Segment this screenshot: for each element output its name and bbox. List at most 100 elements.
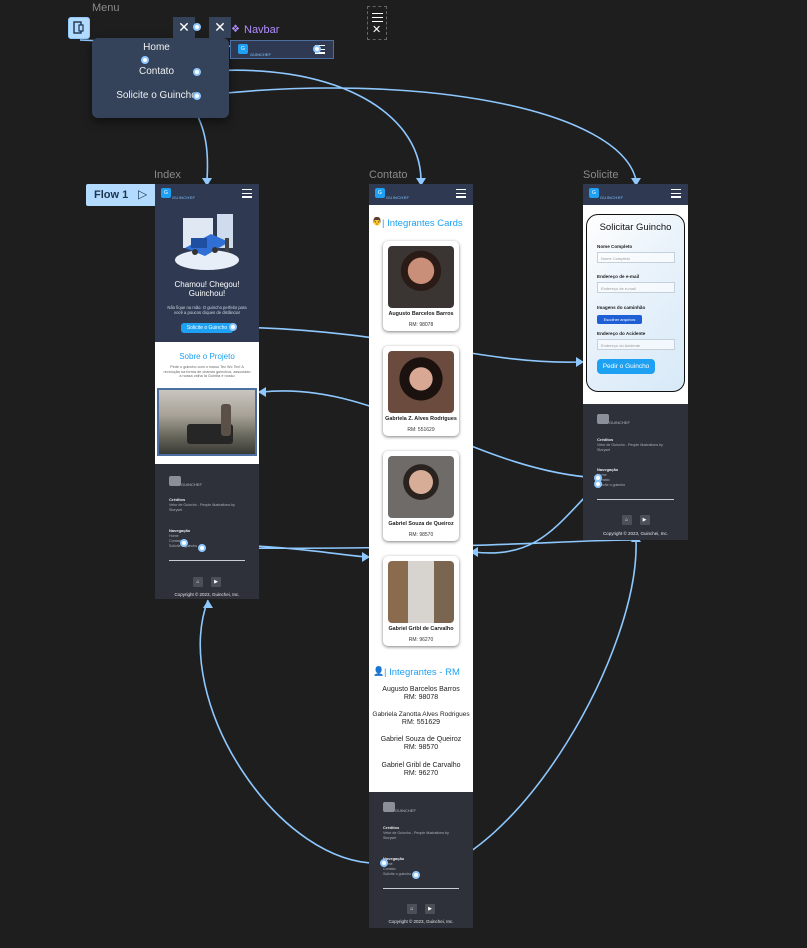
logo-icon: G xyxy=(589,188,599,198)
frame-label-navbar: Navbar xyxy=(244,24,280,36)
play-icon: ▷ xyxy=(138,187,148,201)
play-icon[interactable]: ▶ xyxy=(425,904,435,914)
credits-text: Vetor de Guincho - People illustrations … xyxy=(169,503,235,512)
connector-handle[interactable] xyxy=(193,68,201,76)
full-name-input[interactable]: Nome Completo xyxy=(597,252,675,263)
hero-text: Não fique na mão. O guincho perfeito par… xyxy=(167,305,247,315)
navbar: G GUINCHEF xyxy=(369,184,473,205)
request-form: Solicitar Guincho Nome Completo Nome Com… xyxy=(586,214,685,392)
member-photo xyxy=(388,246,454,308)
footer-logo-icon xyxy=(169,476,181,486)
footer-divider xyxy=(383,888,459,889)
frame-label-solicite: Solicite xyxy=(583,169,619,181)
navbar-logo-text: GUINCHEF xyxy=(172,195,196,200)
member-name: Gabriel Gribl de Carvalho xyxy=(388,626,454,632)
address-input[interactable]: Endereço do Acidente xyxy=(597,339,675,350)
footer-nav-contato[interactable]: Contato xyxy=(383,867,396,872)
menu-item-contato[interactable]: Contato xyxy=(84,66,229,77)
menu-item-home[interactable]: Home xyxy=(84,42,229,53)
footer-logo-icon xyxy=(383,802,395,812)
member-card: Gabriel Gribl de Carvalho RM: 96270 xyxy=(383,556,459,646)
navbar-logo-text: GUINCHEF xyxy=(600,195,624,200)
connector-handle[interactable] xyxy=(141,56,149,64)
connector-handle[interactable] xyxy=(313,45,321,53)
frame-label-index: Index xyxy=(154,169,181,181)
copyright: Copyright © 2023, Guinchei, Inc. xyxy=(174,592,240,597)
member-name: Gabriela Z. Alves Rodrigues xyxy=(385,416,457,422)
email-input[interactable]: Endereço de e-mail xyxy=(597,282,675,293)
connector-handle[interactable] xyxy=(412,871,420,879)
submit-button[interactable]: Pedir o Guincho xyxy=(597,359,655,374)
logo-icon: G xyxy=(238,44,248,54)
navbar: G GUINCHEF xyxy=(583,184,688,205)
connector-handle[interactable] xyxy=(229,323,237,331)
contato-frame: G GUINCHEF 👨 | Integrantes Cards Augusto… xyxy=(369,184,473,928)
footer-nav-home[interactable]: Home xyxy=(169,534,179,539)
play-icon[interactable]: ▶ xyxy=(211,577,221,587)
flow-label: Flow 1 xyxy=(94,189,129,201)
choose-files-button[interactable]: Escolher arquivos xyxy=(597,315,642,324)
member-rm: RM: 98078 xyxy=(408,322,434,328)
device-icon[interactable] xyxy=(68,17,90,39)
connector-handle[interactable] xyxy=(198,544,206,552)
form-title: Solicitar Guincho xyxy=(599,222,672,233)
github-icon[interactable]: ⌂ xyxy=(621,515,632,525)
email-label: Endereço de e-mail xyxy=(597,274,640,279)
footer-divider xyxy=(597,499,674,500)
frame-label-menu: Menu xyxy=(92,2,120,14)
menu-item-solicite[interactable]: Solicite o Guincho xyxy=(84,90,229,101)
copyright: Copyright © 2023, Guinchei, Inc. xyxy=(388,919,454,924)
rm-list-number: RM: 96270 xyxy=(403,770,439,777)
connector-handle[interactable] xyxy=(594,480,602,488)
hamburger-icon[interactable] xyxy=(671,189,681,198)
flow-start-badge[interactable]: Flow 1 ▷ xyxy=(86,184,156,206)
logo-icon: G xyxy=(375,188,385,198)
credits-title: Créditos xyxy=(597,437,614,442)
full-name-label: Nome Completo xyxy=(597,244,633,249)
member-name: Augusto Barcelos Barros xyxy=(388,311,454,317)
nav-title: Navegação xyxy=(169,528,191,533)
member-card: Gabriel Souza de Queiroz RM: 98570 xyxy=(383,451,459,541)
footer-divider xyxy=(169,560,245,561)
credits-text: Vetor de Guincho - People illustrations … xyxy=(597,443,663,452)
footer-nav-solicite[interactable]: Solicite o guincho xyxy=(383,872,411,877)
address-label: Endereço do Acidente xyxy=(597,331,646,336)
hamburger-icon[interactable] xyxy=(456,189,466,198)
footer-logo-text: GUINCHEF xyxy=(395,808,416,813)
member-rm: RM: 98570 xyxy=(408,532,434,538)
github-icon[interactable]: ⌂ xyxy=(407,904,417,914)
about-title: Sobre o Projeto xyxy=(179,352,235,361)
connector-handle[interactable] xyxy=(380,859,388,867)
member-photo xyxy=(388,561,454,623)
connector-handle[interactable] xyxy=(180,539,188,547)
footer-logo-text: GUINCHEF xyxy=(181,482,202,487)
tow-truck-illustration xyxy=(175,214,239,270)
hamburger-icon xyxy=(372,13,383,22)
nav-title: Navegação xyxy=(597,467,619,472)
close-button[interactable]: ✕ xyxy=(173,17,195,38)
footer-logo-text: GUINCHEF xyxy=(609,420,630,425)
footer-logo-icon xyxy=(597,414,609,424)
navbar: G GUINCHEF xyxy=(155,184,259,205)
device-glyph-icon xyxy=(73,21,84,34)
github-icon[interactable]: ⌂ xyxy=(193,577,203,587)
component-icon: ❖ xyxy=(231,24,240,35)
cta-button[interactable]: Solicite o Guincho xyxy=(181,323,233,333)
close-icon: ✕ xyxy=(372,24,382,36)
rm-list-number: RM: 98078 xyxy=(403,694,439,701)
rm-list-number: RM: 551629 xyxy=(401,719,441,726)
connector-handle[interactable] xyxy=(193,92,201,100)
credits-title: Créditos xyxy=(169,497,186,502)
member-name: Gabriel Souza de Queiroz xyxy=(388,521,454,527)
member-rm: RM: 551629 xyxy=(407,427,435,433)
credits-text: Vetor de Guincho - People illustrations … xyxy=(383,831,449,840)
play-icon[interactable]: ▶ xyxy=(639,515,650,525)
connector-handle[interactable] xyxy=(193,23,201,31)
menu-toggle-frame[interactable]: ✕ xyxy=(367,6,387,40)
logo-icon: G xyxy=(161,188,171,198)
close-button-secondary[interactable]: ✕ xyxy=(209,17,231,38)
about-text: Pede o guincho com o nosso Tec Wc Tec! A… xyxy=(163,365,251,379)
copyright: Copyright © 2023, Guinchei, Inc. xyxy=(602,531,669,536)
hamburger-icon[interactable] xyxy=(242,189,252,198)
member-card: Gabriela Z. Alves Rodrigues RM: 551629 xyxy=(383,346,459,436)
